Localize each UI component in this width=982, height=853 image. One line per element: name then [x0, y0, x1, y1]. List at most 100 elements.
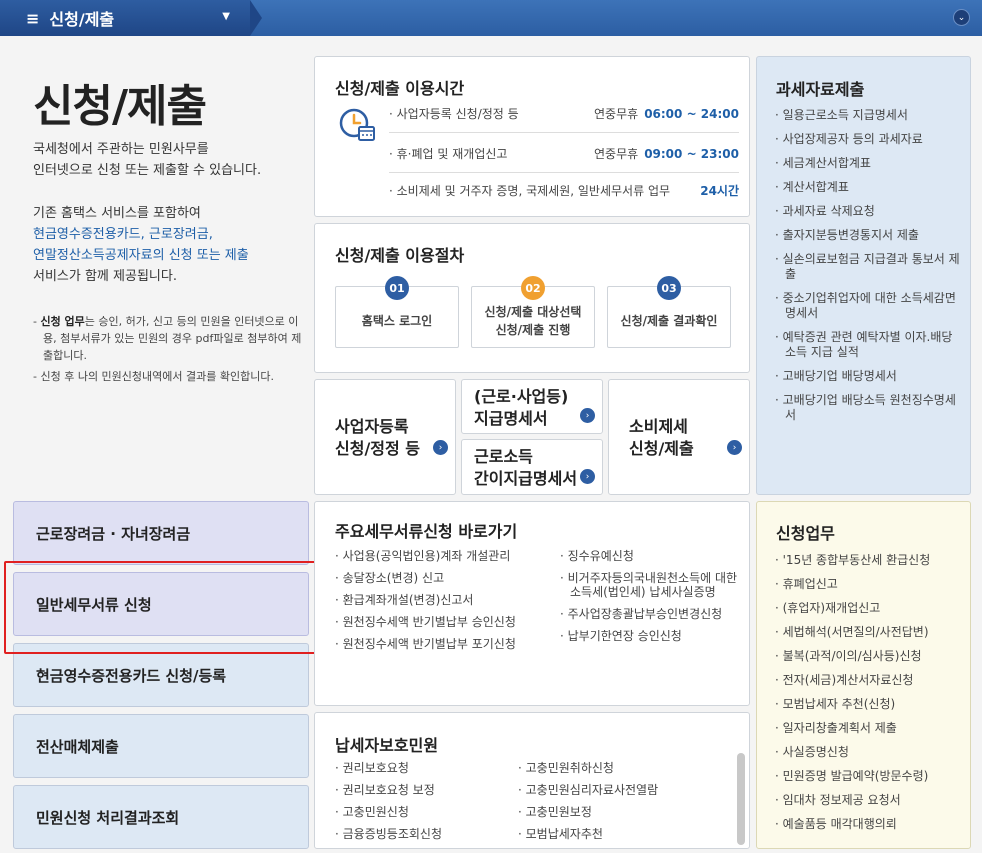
tax-data-item[interactable]: · 중소기업취업자에 대한 소득세감면명세서 — [775, 291, 962, 321]
application-item[interactable]: · 휴폐업신고 — [775, 577, 962, 592]
clock-calendar-icon — [339, 108, 375, 141]
usage-time-row: · 휴·폐업 및 재개업신고 연중무휴 09:00 ~ 23:00 — [389, 135, 739, 173]
shortcut-item[interactable]: · 환급계좌개설(변경)신고서 — [335, 593, 555, 607]
step-label: 신청/제출 결과확인 — [620, 314, 718, 328]
tax-data-item[interactable]: · 세금계산서합계표 — [775, 156, 962, 171]
shortcut-item[interactable]: · 납부기한연장 승인신청 — [560, 629, 745, 643]
application-item[interactable]: · 임대차 정보제공 요청서 — [775, 793, 962, 808]
application-item[interactable]: · 사실증명신청 — [775, 745, 962, 760]
nav-cash-receipt-card[interactable]: 현금영수증전용카드 신청/등록 — [13, 643, 309, 707]
arrow-right-icon: › — [727, 440, 742, 455]
usage-time-card: 신청/제출 이용시간 · 사업자등록 신청/정정 등 연중무휴 06:00 ~ 2… — [314, 56, 750, 217]
link-text: (근로·사업등) — [474, 387, 569, 406]
menu-dropdown[interactable]: ≡ 신청/제출 ▼ — [0, 0, 262, 36]
shortcuts-title: 주요세무서류신청 바로가기 — [335, 522, 518, 541]
protection-item[interactable]: · 권리보호요청 — [335, 761, 515, 775]
usage-time-value: 연중무휴 06:00 ~ 24:00 — [594, 105, 739, 122]
application-item[interactable]: · (휴업자)재개업신고 — [775, 601, 962, 616]
intro-desc-1: 국세청에서 주관하는 민원사무를 인터넷으로 신청 또는 제출할 수 있습니다. — [33, 139, 261, 181]
payment-statement-link[interactable]: (근로·사업등) 지급명세서 › — [461, 379, 603, 434]
tax-data-item[interactable]: · 계산서합계표 — [775, 180, 962, 195]
note-bold: 신청 업무 — [40, 315, 85, 328]
scrollbar[interactable] — [737, 753, 745, 845]
protection-item[interactable]: · 권리보호요청 보정 — [335, 783, 515, 797]
tax-data-item[interactable]: · 고배당기업 배당소득 원천징수명세서 — [775, 393, 962, 423]
arrow-right-icon: › — [580, 469, 595, 484]
usage-time-label: · 휴·폐업 및 재개업신고 — [389, 147, 508, 161]
shortcut-item[interactable]: · 주사업장총괄납부승인변경신청 — [560, 607, 745, 621]
nav-earned-income-incentive[interactable]: 근로장려금 · 자녀장려금 — [13, 501, 309, 565]
usage-time-row: · 소비제세 및 거주자 증명, 국제세원, 일반세무서류 업무 24시간 — [389, 171, 739, 209]
tax-data-item[interactable]: · 예탁증권 관련 예탁자별 이자.배당소득 지급 실적 — [775, 330, 962, 360]
tax-data-item[interactable]: · 일용근로소득 지급명세서 — [775, 108, 962, 123]
protection-list-left: · 권리보호요청 · 권리보호요청 보정 · 고충민원신청 · 금융증빙등조회신… — [335, 761, 515, 849]
intro-text: 서비스가 함께 제공됩니다. — [33, 269, 177, 284]
biz-registration-link[interactable]: 사업자등록 신청/정정 등 › — [314, 379, 456, 495]
tax-data-item[interactable]: · 출자지분등변경통지서 제출 — [775, 228, 962, 243]
taxpayer-protection-card: 납세자보호민원 · 권리보호요청 · 권리보호요청 보정 · 고충민원신청 · … — [314, 712, 750, 849]
shortcut-item[interactable]: · 원천징수세액 반기별납부 포기신청 — [335, 637, 555, 651]
protection-item[interactable]: · 금융증빙등조회신청 — [335, 827, 515, 841]
note-text: 신청 후 나의 민원신청내역에서 결과를 확인합니다. — [40, 370, 274, 383]
link-text: 신청/제출 — [629, 439, 694, 458]
tax-data-item[interactable]: · 실손의료보험금 지급결과 통보서 제출 — [775, 252, 962, 282]
biz-registration-label: 사업자등록 신청/정정 등 — [335, 416, 420, 460]
shortcut-item[interactable]: · 사업용(공익법인용)계좌 개설관리 — [335, 549, 555, 563]
intro-text: 인터넷으로 신청 또는 제출할 수 있습니다. — [33, 163, 262, 178]
consumption-tax-link[interactable]: 소비제세 신청/제출 › — [608, 379, 750, 495]
protection-item[interactable]: · 고충민원보정 — [518, 805, 718, 819]
application-item[interactable]: · 세법해석(서면질의/사전답변) — [775, 625, 962, 640]
link-text: 소비제세 — [629, 417, 688, 436]
protection-item[interactable]: · 고충민원신청 — [335, 805, 515, 819]
link-text: 지급명세서 — [474, 409, 548, 428]
arrow-right-icon: › — [433, 440, 448, 455]
arrow-right-icon: › — [580, 408, 595, 423]
link-text: 신청/정정 등 — [335, 439, 421, 458]
usage-time-hours: 06:00 ~ 24:00 — [644, 107, 739, 121]
application-item[interactable]: · 민원증명 발급예약(방문수령) — [775, 769, 962, 784]
procedure-title: 신청/제출 이용절차 — [335, 246, 465, 265]
payment-statement-label: (근로·사업등) 지급명세서 — [474, 386, 568, 430]
shortcuts-list-left: · 사업용(공익법인용)계좌 개설관리 · 송달장소(변경) 신고 · 환급계좌… — [335, 549, 555, 659]
intro-desc-2: 기존 홈택스 서비스를 포함하여 현금영수증전용카드, 근로장려금, 연말정산소… — [33, 203, 249, 287]
step-label: 홈택스 로그인 — [361, 314, 433, 328]
tax-data-panel: 과세자료제출 · 일용근로소득 지급명세서 · 사업장제공자 등의 과세자료 ·… — [756, 56, 971, 495]
shortcut-item[interactable]: · 비거주자등의국내원천소득에 대한 소득세(법인세) 납세사실증명 — [560, 571, 745, 599]
nav-electronic-media[interactable]: 전산매체제출 — [13, 714, 309, 778]
intro-notes: - 신청 업무는 승인, 허가, 신고 등의 민원을 인터넷으로 이용, 첨부서… — [33, 313, 305, 389]
protection-item[interactable]: · 고충민원심리자료사전열람 — [518, 783, 718, 797]
application-item[interactable]: · '15년 종합부동산세 환급신청 — [775, 553, 962, 568]
application-item[interactable]: · 모범납세자 추천(신청) — [775, 697, 962, 712]
simple-statement-link[interactable]: 근로소득 간이지급명세서 › — [461, 439, 603, 495]
link-text: 간이지급명세서 — [474, 469, 578, 488]
protection-title: 납세자보호민원 — [335, 736, 439, 755]
application-list: · '15년 종합부동산세 환급신청 · 휴폐업신고 · (휴업자)재개업신고 … — [775, 553, 962, 841]
nav-general-tax-documents[interactable]: 일반세무서류 신청 — [13, 572, 309, 636]
top-nav-bar: ≡ 신청/제출 ▼ ⌄ — [0, 0, 982, 36]
nav-result-inquiry[interactable]: 민원신청 처리결과조회 — [13, 785, 309, 849]
tax-data-item[interactable]: · 사업장제공자 등의 과세자료 — [775, 132, 962, 147]
protection-item[interactable]: · 모범납세자추천 — [518, 827, 718, 841]
usage-time-period: 연중무휴 — [594, 107, 639, 121]
shortcut-item[interactable]: · 송달장소(변경) 신고 — [335, 571, 555, 585]
expand-icon[interactable]: ⌄ — [953, 9, 970, 26]
simple-statement-label: 근로소득 간이지급명세서 — [474, 446, 577, 490]
consumption-tax-label: 소비제세 신청/제출 — [629, 416, 694, 460]
protection-item[interactable]: · 고충민원취하신청 — [518, 761, 718, 775]
application-item[interactable]: · 불복(과적/이의/심사등)신청 — [775, 649, 962, 664]
application-item[interactable]: · 전자(세금)계산서자료신청 — [775, 673, 962, 688]
tax-data-title: 과세자료제출 — [776, 80, 865, 99]
intro-text-highlight: 연말정산소득공제자료의 신청 또는 제출 — [33, 248, 249, 263]
application-item[interactable]: · 예술품등 매각대행의뢰 — [775, 817, 962, 832]
tax-data-item[interactable]: · 고배당기업 배당명세서 — [775, 369, 962, 384]
shortcut-item[interactable]: · 징수유예신청 — [560, 549, 745, 563]
usage-time-value: 24시간 — [694, 182, 739, 199]
link-text: 사업자등록 — [335, 417, 409, 436]
usage-time-label: · 소비제세 및 거주자 증명, 국제세원, 일반세무서류 업무 — [389, 183, 671, 198]
step-label: 신청/제출 진행 — [495, 323, 571, 337]
link-text: 근로소득 — [474, 447, 533, 466]
step-label: 신청/제출 대상선택 — [484, 305, 582, 319]
application-item[interactable]: · 일자리창출계획서 제출 — [775, 721, 962, 736]
shortcut-item[interactable]: · 원천징수세액 반기별납부 승인신청 — [335, 615, 555, 629]
tax-data-item[interactable]: · 과세자료 삭제요청 — [775, 204, 962, 219]
